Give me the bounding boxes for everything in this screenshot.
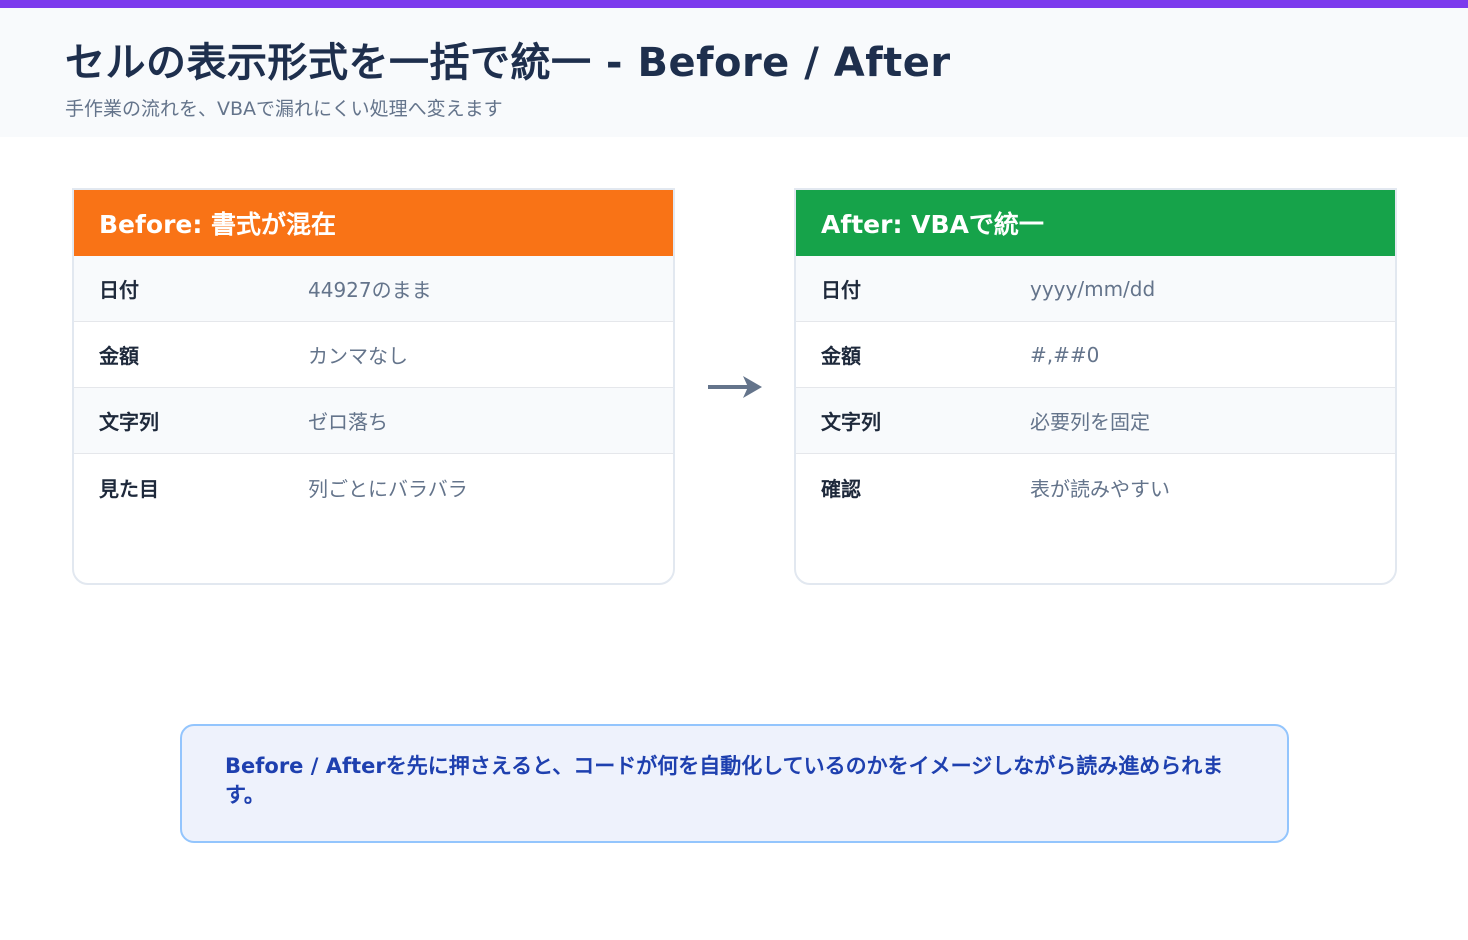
before-row-string: 文字列 ゼロ落ち [74,388,673,454]
row-label: 金額 [821,344,861,368]
row-label: 金額 [99,344,139,368]
row-value: 表が読みやすい [1030,476,1170,501]
row-label: 日付 [99,278,139,302]
before-card-heading: Before: 書式が混在 [74,190,673,256]
row-value: yyyy/mm/dd [1030,276,1156,301]
before-row-amount: 金額 カンマなし [74,322,673,388]
before-row-date: 日付 44927のまま [74,256,673,322]
row-label: 文字列 [99,410,159,434]
page-title: セルの表示形式を一括で統一 - Before / After [65,40,951,86]
row-label: 日付 [821,278,861,302]
before-rows: 日付 44927のまま 金額 カンマなし 文字列 ゼロ落ち 見た目 列ごとにバラ… [74,256,673,520]
row-label: 見た目 [99,476,159,501]
after-row-check: 確認 表が読みやすい [796,454,1395,520]
after-row-string: 文字列 必要列を固定 [796,388,1395,454]
after-row-amount: 金額 #,##0 [796,322,1395,388]
row-value: ゼロ落ち [308,410,388,434]
row-value: 44927のまま [308,278,432,302]
row-value: 列ごとにバラバラ [308,476,468,501]
after-card: After: VBAで統一 日付 yyyy/mm/dd 金額 #,##0 文字列… [794,188,1397,585]
after-row-date: 日付 yyyy/mm/dd [796,256,1395,322]
after-rows: 日付 yyyy/mm/dd 金額 #,##0 文字列 必要列を固定 確認 表が読… [796,256,1395,520]
row-value: カンマなし [308,344,408,368]
row-value: 必要列を固定 [1030,410,1150,434]
note-box: Before / Afterを先に押さえると、コードが何を自動化しているのかをイ… [180,724,1289,843]
row-label: 確認 [821,476,861,501]
page-subtitle: 手作業の流れを、VBAで漏れにくい処理へ変えます [65,98,503,120]
after-card-heading: After: VBAで統一 [796,190,1395,256]
row-label: 文字列 [821,410,881,434]
row-value: #,##0 [1030,342,1100,367]
accent-bar [0,0,1468,8]
before-row-appearance: 見た目 列ごとにバラバラ [74,454,673,520]
note-text: Before / Afterを先に押さえると、コードが何を自動化しているのかをイ… [225,754,1224,807]
page-header: セルの表示形式を一括で統一 - Before / After 手作業の流れを、V… [0,8,1468,137]
arrow-right-icon [708,376,762,398]
before-card: Before: 書式が混在 日付 44927のまま 金額 カンマなし 文字列 ゼ… [72,188,675,585]
